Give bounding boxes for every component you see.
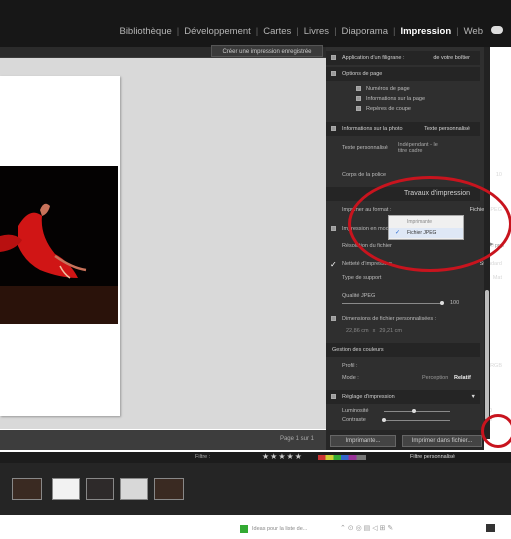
module-print[interactable]: Impression bbox=[400, 26, 451, 37]
cloud-icon[interactable] bbox=[491, 26, 503, 34]
module-picker: Bibliothèque | Développement | Cartes | Liv… bbox=[119, 26, 483, 37]
custom-text-row: Texte personnalisé Indépendant - le titr… bbox=[342, 142, 496, 154]
page-options-header[interactable]: Options de page bbox=[326, 67, 480, 81]
print-to-file-button[interactable]: Imprimer dans fichier... bbox=[402, 435, 482, 447]
filmstrip-thumbnail[interactable] bbox=[86, 478, 114, 500]
jpeg-quality-value: 100 bbox=[450, 300, 460, 306]
module-map[interactable]: Cartes bbox=[263, 26, 291, 37]
media-type-row[interactable]: Type de support Mat bbox=[342, 275, 502, 281]
jpeg-quality-slider[interactable] bbox=[342, 303, 442, 304]
rating-stars-icon[interactable]: ★★★★★ bbox=[262, 452, 303, 461]
printer-button[interactable]: Imprimante... bbox=[330, 435, 396, 447]
canvas-status-bar: Page 1 sur 1 bbox=[0, 430, 326, 450]
module-library[interactable]: Bibliothèque bbox=[119, 26, 171, 37]
watermark-checkbox[interactable] bbox=[331, 55, 336, 60]
jpeg-quality-knob[interactable] bbox=[440, 301, 444, 305]
triangle-down-icon: ▼ bbox=[470, 394, 476, 400]
annotation-circle-button bbox=[481, 414, 511, 448]
tray-icons: ⌃ ⊙ ◎ ▤ ◁ ⊞ ✎ bbox=[340, 525, 394, 532]
sharpening-check-icon: ✓ bbox=[330, 260, 337, 269]
brightness-knob[interactable] bbox=[412, 409, 416, 413]
photo-info-checkbox[interactable] bbox=[331, 126, 336, 131]
dancer-image bbox=[0, 166, 118, 324]
print-adjust-checkbox[interactable] bbox=[331, 394, 336, 399]
profile-row[interactable]: Profil : sRGB bbox=[342, 363, 502, 369]
filter-label: Filtre : bbox=[195, 454, 211, 460]
filmstrip-header: Filtre : ★★★★★ Filtre personnalisé bbox=[0, 452, 511, 463]
notification-icon[interactable] bbox=[486, 524, 495, 532]
filmstrip-thumbnail[interactable] bbox=[52, 478, 80, 500]
module-book[interactable]: Livres bbox=[304, 26, 329, 37]
module-web[interactable]: Web bbox=[464, 26, 483, 37]
module-bar bbox=[0, 0, 511, 47]
color-management-header[interactable]: Gestion des couleurs bbox=[326, 343, 480, 357]
app-icon bbox=[240, 525, 248, 533]
module-slideshow[interactable]: Diaporama bbox=[342, 26, 388, 37]
filmstrip-thumbnail[interactable] bbox=[154, 478, 184, 500]
watermark-row[interactable]: Application d'un filigrane : de votre bo… bbox=[326, 51, 480, 65]
custom-text-field[interactable]: Indépendant - le titre cadre bbox=[398, 142, 446, 154]
contrast-knob[interactable] bbox=[382, 418, 386, 422]
print-adjust-header[interactable]: Réglage d'impression ▼ bbox=[326, 390, 480, 404]
panel-scroll-thumb[interactable] bbox=[485, 290, 489, 420]
module-develop[interactable]: Développement bbox=[184, 26, 251, 37]
filter-preset-dropdown[interactable]: Filtre personnalisé bbox=[410, 454, 455, 460]
color-label-filter[interactable] bbox=[318, 455, 366, 460]
jpeg-quality-row: Qualité JPEG bbox=[342, 293, 376, 299]
custom-dims-values: 22,86 cm x 29,21 cm bbox=[346, 328, 402, 334]
filmstrip-thumbnail[interactable] bbox=[12, 478, 42, 500]
contrast-slider[interactable] bbox=[384, 420, 450, 421]
taskbar-notification[interactable]: Ideas pour la liste de... bbox=[252, 526, 307, 532]
page-counter: Page 1 sur 1 bbox=[279, 436, 314, 442]
annotation-circle-dropdown bbox=[348, 176, 511, 272]
brightness-slider[interactable] bbox=[384, 411, 450, 412]
filmstrip-thumbnail[interactable] bbox=[120, 478, 148, 500]
photo-info-header[interactable]: Informations sur la photo Texte personna… bbox=[326, 122, 480, 136]
custom-dims-row[interactable]: Dimensions de fichier personnalisées : bbox=[331, 316, 496, 322]
intent-row[interactable]: Mode : Perception Relatif bbox=[342, 375, 496, 381]
print-photo[interactable] bbox=[0, 166, 118, 324]
os-taskbar: Ideas pour la liste de... ⌃ ⊙ ◎ ▤ ◁ ⊞ ✎ bbox=[0, 517, 511, 539]
create-saved-print-button[interactable]: Créer une impression enregistrée bbox=[211, 45, 323, 57]
page-options-checkbox[interactable] bbox=[331, 71, 336, 76]
